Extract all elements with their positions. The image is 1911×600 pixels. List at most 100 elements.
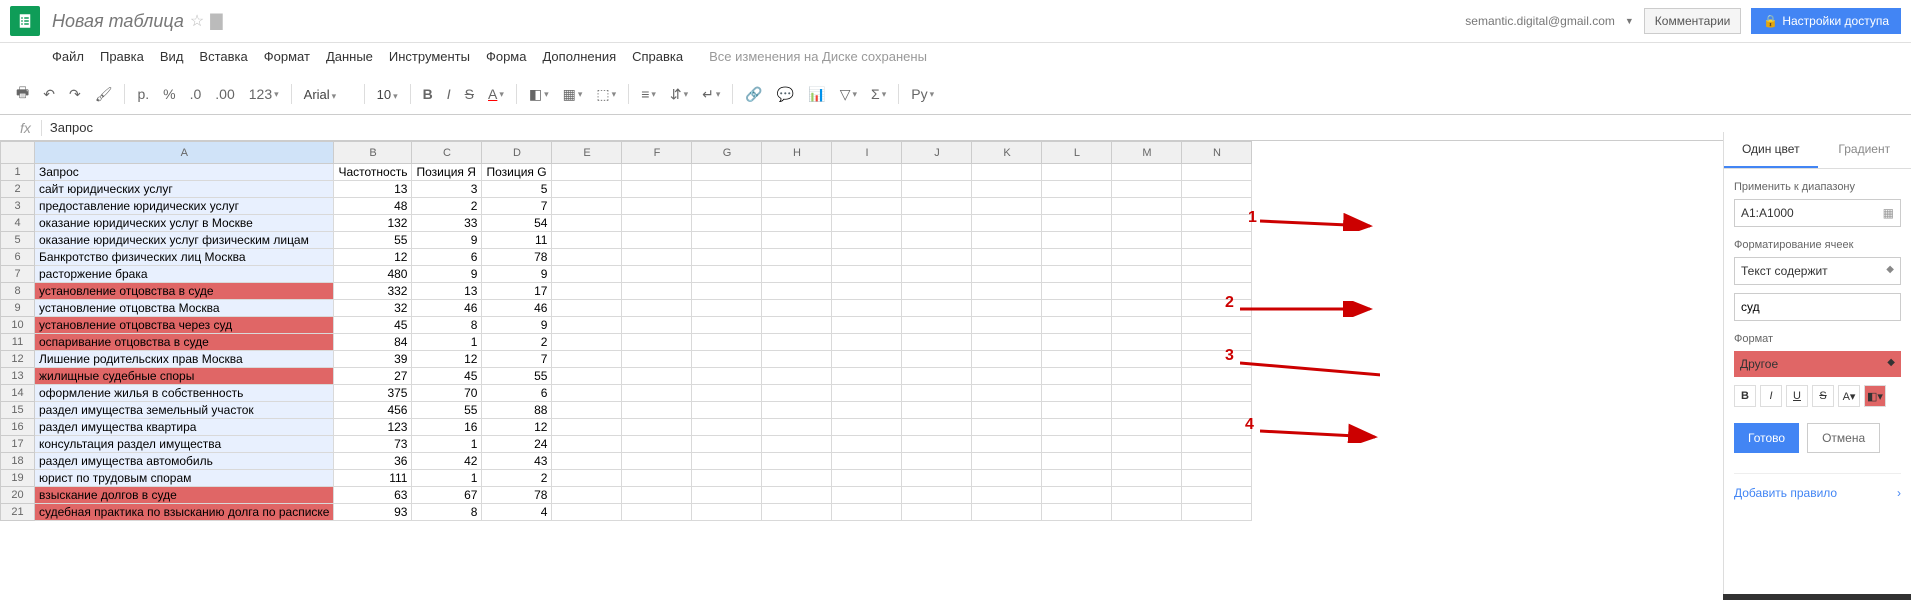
cell[interactable] (762, 470, 832, 487)
cell[interactable]: 36 (334, 453, 412, 470)
row-header[interactable]: 16 (1, 419, 35, 436)
cell[interactable] (552, 266, 622, 283)
menu-file[interactable]: Файл (46, 45, 90, 68)
star-icon[interactable]: ☆ (190, 11, 204, 31)
cell[interactable] (762, 351, 832, 368)
cell[interactable] (1112, 385, 1182, 402)
col-header[interactable]: N (1182, 142, 1252, 164)
cell[interactable] (1182, 181, 1252, 198)
col-header[interactable]: B (334, 142, 412, 164)
cell[interactable] (1112, 283, 1182, 300)
cell[interactable] (832, 453, 902, 470)
row-header[interactable]: 17 (1, 436, 35, 453)
cell[interactable] (692, 385, 762, 402)
cell[interactable] (832, 487, 902, 504)
cell[interactable]: 13 (334, 181, 412, 198)
menu-edit[interactable]: Правка (94, 45, 150, 68)
menu-format[interactable]: Формат (258, 45, 316, 68)
cell[interactable] (832, 351, 902, 368)
cell[interactable] (902, 419, 972, 436)
cell[interactable]: расторжение брака (35, 266, 334, 283)
cell[interactable]: установление отцовства через суд (35, 317, 334, 334)
row-header[interactable]: 20 (1, 487, 35, 504)
menu-insert[interactable]: Вставка (193, 45, 253, 68)
italic-icon[interactable]: I (441, 82, 457, 106)
cell[interactable]: 70 (412, 385, 482, 402)
cell[interactable] (902, 368, 972, 385)
cell[interactable] (762, 436, 832, 453)
cell[interactable]: 24 (482, 436, 552, 453)
cell[interactable]: 93 (334, 504, 412, 521)
currency-format[interactable]: р. (131, 82, 155, 106)
user-email[interactable]: semantic.digital@gmail.com (1465, 14, 1615, 28)
cell[interactable] (1112, 300, 1182, 317)
cell[interactable] (1042, 487, 1112, 504)
cell[interactable]: 111 (334, 470, 412, 487)
undo-icon[interactable]: ↶ (37, 82, 61, 107)
font-select[interactable]: Arial▾ (298, 85, 358, 104)
cancel-button[interactable]: Отмена (1807, 423, 1880, 453)
cell[interactable]: юрист по трудовым спорам (35, 470, 334, 487)
cell[interactable]: раздел имущества автомобиль (35, 453, 334, 470)
cell[interactable]: 132 (334, 215, 412, 232)
bold-icon[interactable]: B (1734, 385, 1756, 407)
cell[interactable] (902, 351, 972, 368)
cell[interactable] (972, 232, 1042, 249)
cell[interactable] (552, 453, 622, 470)
cell[interactable] (972, 334, 1042, 351)
cell[interactable]: 1 (412, 436, 482, 453)
cell[interactable] (1042, 266, 1112, 283)
cell[interactable] (902, 215, 972, 232)
cell[interactable] (832, 283, 902, 300)
cell[interactable] (972, 436, 1042, 453)
cell[interactable]: 8 (412, 317, 482, 334)
text-color-icon[interactable]: A▾ (1838, 385, 1860, 407)
cell[interactable]: 39 (334, 351, 412, 368)
underline-icon[interactable]: U (1786, 385, 1808, 407)
cell[interactable] (902, 453, 972, 470)
cell[interactable] (1182, 164, 1252, 181)
cell[interactable] (1182, 198, 1252, 215)
cell[interactable] (762, 487, 832, 504)
menu-view[interactable]: Вид (154, 45, 190, 68)
cell[interactable] (1112, 351, 1182, 368)
number-format[interactable]: 123▾ (243, 82, 285, 106)
cell[interactable]: 8 (412, 504, 482, 521)
cell[interactable]: раздел имущества квартира (35, 419, 334, 436)
comment-icon[interactable]: 💬 (771, 82, 800, 107)
row-header[interactable]: 21 (1, 504, 35, 521)
cell[interactable] (1042, 283, 1112, 300)
cell[interactable] (622, 334, 692, 351)
cell[interactable]: 73 (334, 436, 412, 453)
cell[interactable] (1182, 487, 1252, 504)
col-header[interactable]: E (552, 142, 622, 164)
cell[interactable] (692, 419, 762, 436)
cell[interactable] (832, 249, 902, 266)
cell[interactable]: 54 (482, 215, 552, 232)
cell[interactable] (622, 300, 692, 317)
cell[interactable] (762, 419, 832, 436)
cell[interactable]: 9 (482, 317, 552, 334)
menu-help[interactable]: Справка (626, 45, 689, 68)
cell[interactable]: консультация раздел имущества (35, 436, 334, 453)
cell[interactable] (762, 232, 832, 249)
cell[interactable]: Банкротство физических лиц Москва (35, 249, 334, 266)
cell[interactable] (692, 402, 762, 419)
cell[interactable] (1042, 470, 1112, 487)
cell[interactable]: 12 (482, 419, 552, 436)
cell[interactable]: Позиция Я (412, 164, 482, 181)
cell[interactable] (622, 351, 692, 368)
cell[interactable] (552, 249, 622, 266)
cell[interactable] (1112, 181, 1182, 198)
cell[interactable]: установление отцовства Москва (35, 300, 334, 317)
cell[interactable] (972, 470, 1042, 487)
row-header[interactable]: 13 (1, 368, 35, 385)
col-header[interactable]: F (622, 142, 692, 164)
cell[interactable] (972, 164, 1042, 181)
cell[interactable] (762, 249, 832, 266)
row-header[interactable]: 15 (1, 402, 35, 419)
cell[interactable]: установление отцовства в суде (35, 283, 334, 300)
cell[interactable] (692, 317, 762, 334)
cell[interactable]: оказание юридических услуг физическим ли… (35, 232, 334, 249)
row-header[interactable]: 4 (1, 215, 35, 232)
